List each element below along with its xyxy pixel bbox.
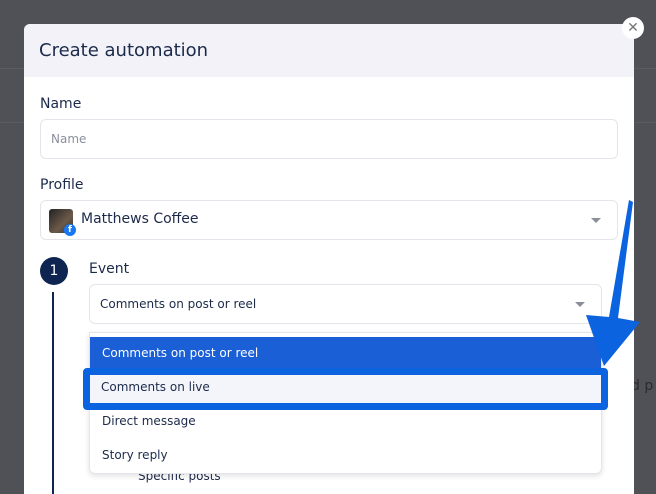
- arrow-shape: [586, 200, 640, 366]
- annotation-arrow: [586, 200, 640, 366]
